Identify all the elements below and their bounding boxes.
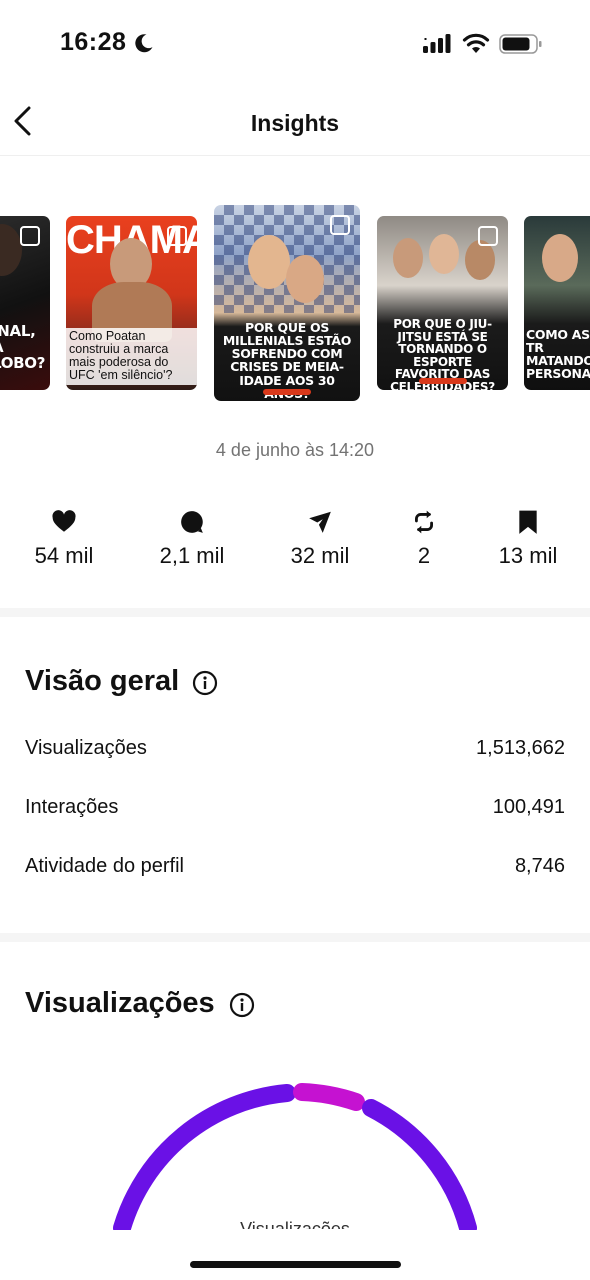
cellular-signal-icon bbox=[423, 34, 451, 53]
row-value: 1,513,662 bbox=[476, 737, 565, 759]
stat-comments[interactable]: 2,1 mil bbox=[132, 505, 252, 569]
stat-reposts[interactable]: 2 bbox=[364, 505, 484, 569]
thumbnail-tag bbox=[418, 378, 467, 384]
gauge-segment-followers bbox=[113, 1084, 296, 1230]
bookmark-icon bbox=[519, 510, 537, 534]
overview-title: Visão geral bbox=[25, 665, 180, 697]
repost-icon bbox=[415, 510, 433, 534]
post-thumbnail-4[interactable]: POR QUE O JIU-JITSU ESTÁ SE TORNANDO O E… bbox=[377, 216, 508, 390]
stat-likes[interactable]: 54 mil bbox=[4, 505, 124, 569]
thumbnail-photo bbox=[286, 255, 324, 303]
moon-icon bbox=[135, 34, 153, 53]
thumbnail-photo bbox=[248, 235, 290, 289]
section-divider bbox=[0, 608, 590, 617]
thumbnail-caption: COMO AS TR MATANDO PERSONA bbox=[526, 327, 590, 382]
post-thumbnail-1[interactable]: INAL, A LOBO? bbox=[0, 216, 50, 390]
views-gauge-chart bbox=[113, 1083, 477, 1230]
selection-checkbox[interactable] bbox=[330, 215, 350, 235]
status-time: 16:28 bbox=[60, 28, 127, 56]
post-date: 4 de junho às 14:20 bbox=[215, 440, 375, 460]
thumbnail-caption: Como Poatan construiu a marca mais poder… bbox=[66, 328, 197, 385]
thumbnail-photo bbox=[393, 238, 423, 278]
comments-count: 2,1 mil bbox=[159, 543, 225, 568]
info-icon[interactable] bbox=[229, 992, 255, 1018]
battery-icon bbox=[499, 34, 542, 54]
thumbnail-photo bbox=[542, 234, 578, 282]
selection-checkbox[interactable] bbox=[20, 226, 40, 246]
post-thumbnail-2[interactable]: CHAMA Como Poatan construiu a marca mais… bbox=[66, 216, 197, 390]
likes-count: 54 mil bbox=[34, 543, 94, 568]
overview-row-views[interactable]: Visualizações 1,513,662 bbox=[25, 737, 565, 767]
thumbnail-caption: INAL, A LOBO? bbox=[0, 322, 46, 372]
stat-shares[interactable]: 32 mil bbox=[260, 505, 380, 569]
post-carousel[interactable]: INAL, A LOBO? CHAMA Como Poatan construi… bbox=[0, 156, 590, 426]
wifi-icon bbox=[462, 33, 490, 53]
row-label: Interações bbox=[25, 796, 119, 818]
selection-checkbox[interactable] bbox=[478, 226, 498, 246]
post-thumbnail-5[interactable]: COMO AS TR MATANDO PERSONA bbox=[524, 216, 590, 390]
gauge-label: Visualizações bbox=[240, 1219, 350, 1229]
gauge-segment-accent bbox=[293, 1083, 365, 1111]
saves-count: 13 mil bbox=[498, 543, 558, 568]
heart-icon bbox=[52, 510, 76, 532]
overview-row-profile-activity[interactable]: Atividade do perfil 8,746 bbox=[25, 855, 565, 885]
info-icon[interactable] bbox=[192, 670, 218, 696]
share-icon bbox=[309, 511, 331, 533]
stat-saves[interactable]: 13 mil bbox=[468, 505, 588, 569]
row-label: Visualizações bbox=[25, 737, 147, 759]
engagement-stats: 54 mil 2,1 mil 32 mil 2 13 mil bbox=[0, 505, 590, 585]
page-title: Insights bbox=[250, 110, 340, 136]
selection-checkbox[interactable] bbox=[167, 226, 187, 246]
post-thumbnail-3[interactable]: POR QUE OS MILLENIALS ESTÃO SOFRENDO COM… bbox=[214, 205, 360, 401]
home-indicator[interactable] bbox=[190, 1261, 401, 1268]
comment-icon bbox=[181, 511, 203, 533]
thumbnail-photo bbox=[429, 234, 459, 274]
row-label: Atividade do perfil bbox=[25, 855, 184, 877]
status-bar: 16:28 bbox=[0, 0, 590, 88]
views-title: Visualizações bbox=[25, 987, 215, 1019]
thumbnail-photo bbox=[0, 224, 22, 276]
thumbnail-tag bbox=[263, 389, 311, 395]
shares-count: 32 mil bbox=[290, 543, 350, 568]
overview-row-interactions[interactable]: Interações 100,491 bbox=[25, 796, 565, 826]
top-navigation-bar: Insights bbox=[0, 88, 590, 156]
gauge-segment-non-followers bbox=[362, 1099, 477, 1230]
section-divider bbox=[0, 933, 590, 942]
row-value: 100,491 bbox=[492, 796, 565, 818]
thumbnail-caption: POR QUE OS MILLENIALS ESTÃO SOFRENDO COM… bbox=[222, 320, 352, 400]
reposts-count: 2 bbox=[417, 543, 431, 568]
row-value: 8,746 bbox=[514, 855, 565, 877]
thumbnail-photo bbox=[465, 240, 495, 280]
